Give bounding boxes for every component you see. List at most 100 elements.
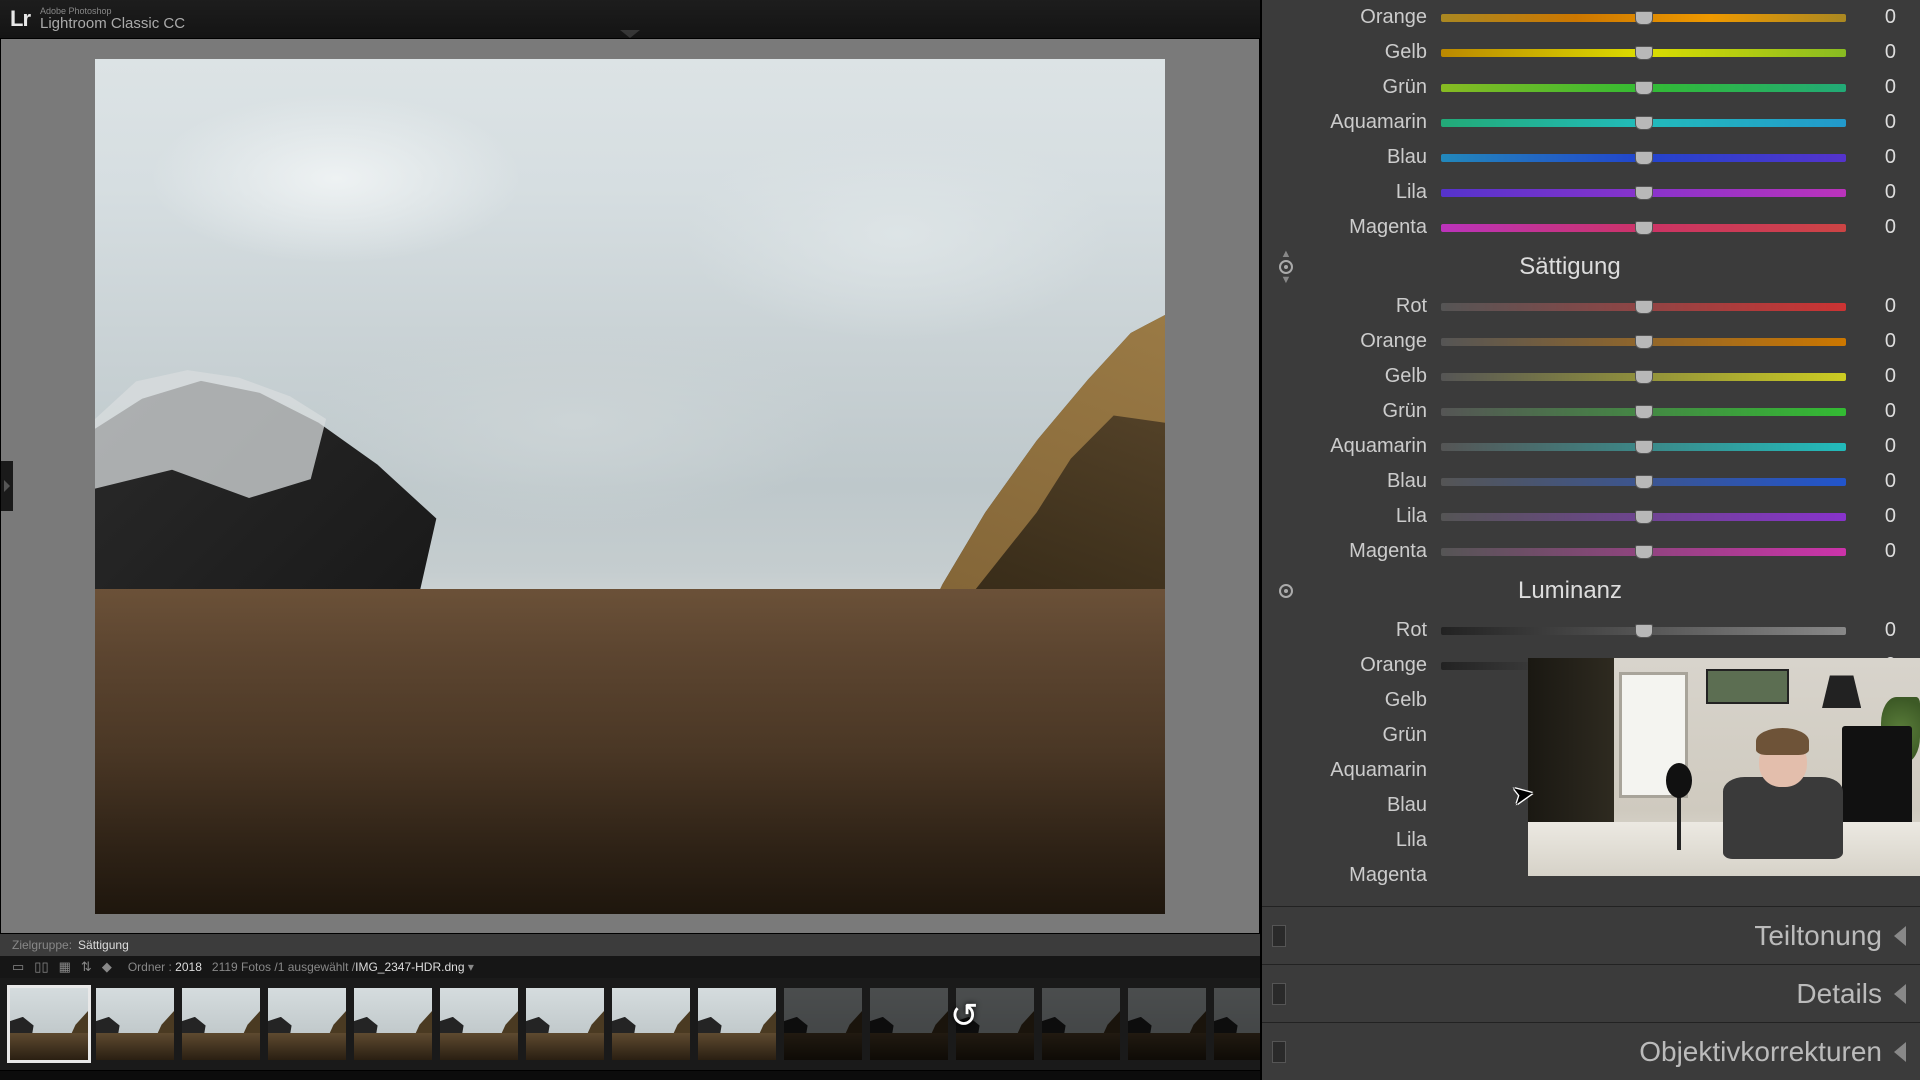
slider-value[interactable]: 0 [1860, 505, 1910, 528]
slider-label: Blau [1272, 146, 1427, 169]
view-sort-icon[interactable]: ⇅ [81, 959, 92, 975]
slider-thumb[interactable] [1635, 186, 1653, 200]
slider-value[interactable]: 0 [1860, 216, 1910, 239]
thumbnail[interactable] [96, 988, 174, 1060]
target-adjust-saturation-icon[interactable]: ▲▼ [1272, 248, 1300, 286]
slider-thumb[interactable] [1635, 81, 1653, 95]
slider-thumb[interactable] [1635, 116, 1653, 130]
slider-thumb[interactable] [1635, 475, 1653, 489]
panel-teiltonung[interactable]: Teiltonung [1262, 906, 1920, 964]
panel-details[interactable]: Details [1262, 964, 1920, 1022]
thumbnail[interactable] [268, 988, 346, 1060]
view-zoom-icon[interactable]: ◆ [102, 959, 112, 975]
slider-thumb[interactable] [1635, 370, 1653, 384]
slider-thumb[interactable] [1635, 335, 1653, 349]
slider-track[interactable] [1441, 14, 1846, 22]
slider-value[interactable]: 0 [1860, 365, 1910, 388]
slider-label: Magenta [1272, 540, 1427, 563]
section-luminance: Luminanz [1262, 569, 1910, 613]
thumbnail[interactable] [1214, 988, 1260, 1060]
slider-thumb[interactable] [1635, 440, 1653, 454]
slider-lila: Lila0 [1262, 499, 1910, 534]
slider-track[interactable] [1441, 373, 1846, 381]
slider-thumb[interactable] [1635, 300, 1653, 314]
slider-track[interactable] [1441, 408, 1846, 416]
slider-track[interactable] [1441, 548, 1846, 556]
expand-top-icon[interactable] [620, 30, 640, 38]
slider-track[interactable] [1441, 303, 1846, 311]
target-adjust-luminance-icon[interactable] [1272, 584, 1300, 598]
thumbnail[interactable] [354, 988, 432, 1060]
slider-value[interactable]: 0 [1860, 435, 1910, 458]
slider-track[interactable] [1441, 84, 1846, 92]
slider-track[interactable] [1441, 338, 1846, 346]
webcam-overlay [1528, 658, 1920, 876]
develop-panel: Orange0Gelb0Grün0Aquamarin0Blau0Lila0Mag… [1260, 0, 1920, 1080]
slider-track[interactable] [1441, 513, 1846, 521]
slider-track[interactable] [1441, 627, 1846, 635]
slider-lila: Lila0 [1262, 175, 1910, 210]
slider-thumb[interactable] [1635, 221, 1653, 235]
view-compare-icon[interactable]: ▯▯ [34, 959, 48, 975]
slider-track[interactable] [1441, 119, 1846, 127]
slider-track[interactable] [1441, 478, 1846, 486]
thumbnail[interactable] [440, 988, 518, 1060]
thumbnail[interactable] [956, 988, 1034, 1060]
collapse-icon[interactable] [1894, 984, 1906, 1004]
collapse-icon[interactable] [1894, 1042, 1906, 1062]
thumbnail[interactable] [1042, 988, 1120, 1060]
slider-thumb[interactable] [1635, 624, 1653, 638]
expand-left-icon[interactable] [1, 461, 13, 511]
slider-track[interactable] [1441, 189, 1846, 197]
thumbnail[interactable] [182, 988, 260, 1060]
filename[interactable]: IMG_2347-HDR.dng [355, 960, 464, 974]
slider-value[interactable]: 0 [1860, 6, 1910, 29]
slider-thumb[interactable] [1635, 151, 1653, 165]
slider-value[interactable]: 0 [1860, 540, 1910, 563]
slider-thumb[interactable] [1635, 510, 1653, 524]
slider-value[interactable]: 0 [1860, 330, 1910, 353]
slider-value[interactable]: 0 [1860, 295, 1910, 318]
thumbnail[interactable] [784, 988, 862, 1060]
slider-track[interactable] [1441, 224, 1846, 232]
slider-thumb[interactable] [1635, 11, 1653, 25]
slider-value[interactable]: 0 [1860, 111, 1910, 134]
brand-main: Lightroom Classic CC [40, 16, 185, 31]
folder-label: Ordner : [128, 960, 172, 974]
filmstrip[interactable]: ↺ [0, 978, 1260, 1070]
panel-switch[interactable] [1272, 1041, 1286, 1063]
thumbnail[interactable] [612, 988, 690, 1060]
panel-switch[interactable] [1272, 983, 1286, 1005]
slider-thumb[interactable] [1635, 405, 1653, 419]
slider-thumb[interactable] [1635, 545, 1653, 559]
thumbnail[interactable] [870, 988, 948, 1060]
view-single-icon[interactable]: ▭ [12, 959, 24, 975]
slider-orange: Orange 0 [1262, 324, 1910, 359]
folder-name[interactable]: 2018 [175, 960, 202, 974]
slider-label: Orange [1272, 6, 1427, 29]
slider-value[interactable]: 0 [1860, 76, 1910, 99]
slider-thumb[interactable] [1635, 46, 1653, 60]
slider-value[interactable]: 0 [1860, 400, 1910, 423]
view-grid-icon[interactable]: ▦ [59, 959, 71, 975]
thumbnail[interactable] [526, 988, 604, 1060]
thumbnail[interactable] [1128, 988, 1206, 1060]
main-photo[interactable] [95, 59, 1165, 914]
slider-value[interactable]: 0 [1860, 619, 1910, 642]
preview-area[interactable] [0, 38, 1260, 934]
collapse-icon[interactable] [1894, 926, 1906, 946]
slider-value[interactable]: 0 [1860, 470, 1910, 493]
filmstrip-scrollbar[interactable] [0, 1070, 1260, 1080]
slider-track[interactable] [1441, 49, 1846, 57]
slider-label: Magenta [1272, 216, 1427, 239]
thumbnail[interactable] [698, 988, 776, 1060]
slider-value[interactable]: 0 [1860, 41, 1910, 64]
thumbnail[interactable] [10, 988, 88, 1060]
slider-value[interactable]: 0 [1860, 181, 1910, 204]
slider-value[interactable]: 0 [1860, 146, 1910, 169]
slider-track[interactable] [1441, 154, 1846, 162]
slider-label: Orange [1272, 330, 1427, 353]
panel-switch[interactable] [1272, 925, 1286, 947]
slider-track[interactable] [1441, 443, 1846, 451]
panel-objektivkorrekturen[interactable]: Objektivkorrekturen [1262, 1022, 1920, 1080]
